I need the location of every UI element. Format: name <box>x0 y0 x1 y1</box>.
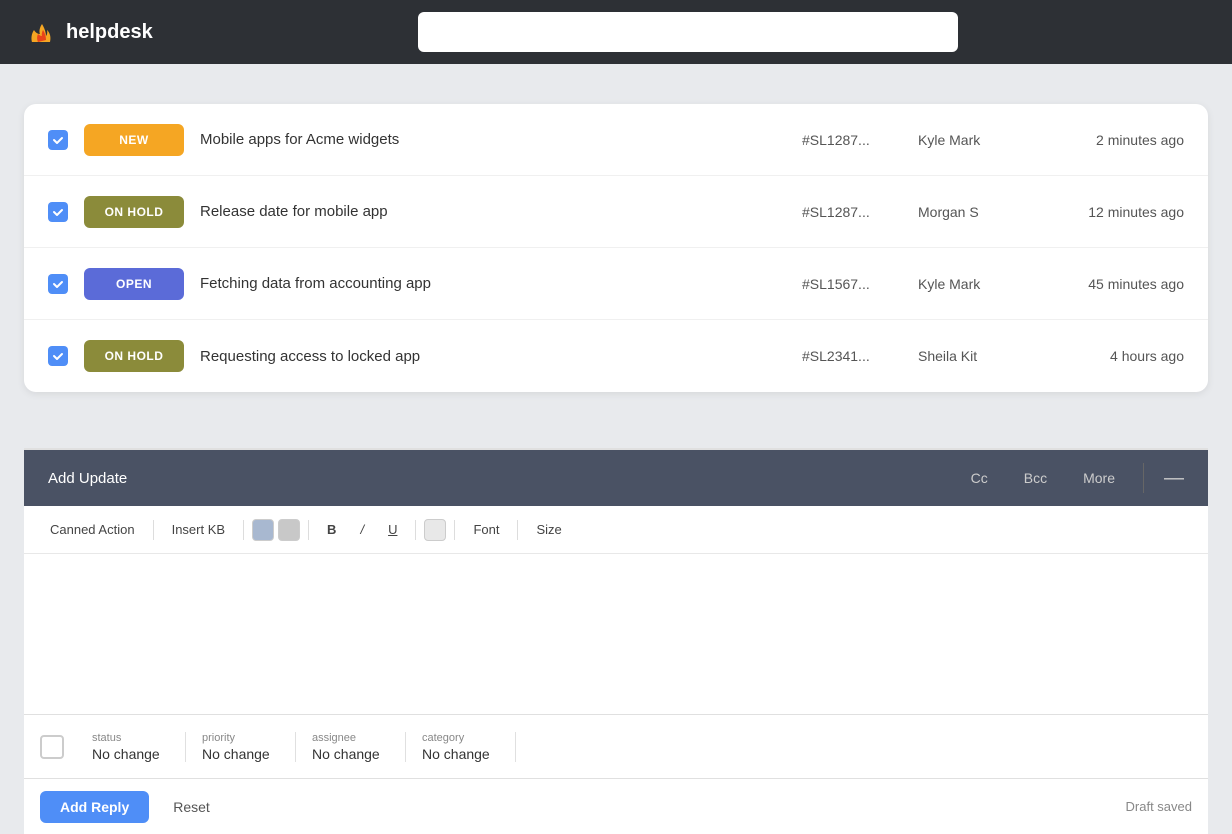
status-badge-1: NEW <box>84 124 184 156</box>
priority-label: priority <box>202 732 279 744</box>
ticket-id-4: #SL2341... <box>802 348 902 364</box>
color-swatch-light[interactable] <box>424 519 446 541</box>
ticket-time-3: 45 minutes ago <box>1054 276 1184 292</box>
bcc-button[interactable]: Bcc <box>1016 466 1055 490</box>
reset-button[interactable]: Reset <box>161 791 222 823</box>
header: helpdesk <box>0 0 1232 64</box>
add-reply-button[interactable]: Add Reply <box>40 791 149 823</box>
logo-text: helpdesk <box>66 21 153 44</box>
table-row: ON HOLD Release date for mobile app #SL1… <box>24 176 1208 248</box>
underline-button[interactable]: U <box>378 518 407 541</box>
ticket-title-4: Requesting access to locked app <box>200 348 786 365</box>
assignee-label: assignee <box>312 732 389 744</box>
main-content: NEW Mobile apps for Acme widgets #SL1287… <box>0 64 1232 834</box>
divider <box>1143 463 1144 493</box>
category-label: category <box>422 732 499 744</box>
ticket-checkbox-3[interactable] <box>48 274 68 294</box>
ticket-checkbox-2[interactable] <box>48 202 68 222</box>
toolbar-sep-4 <box>415 520 416 540</box>
toolbar-sep-1 <box>153 520 154 540</box>
priority-value: No change <box>202 746 279 762</box>
ticket-assignee-4: Sheila Kit <box>918 348 1038 364</box>
table-row: NEW Mobile apps for Acme widgets #SL1287… <box>24 104 1208 176</box>
ticket-id-2: #SL1287... <box>802 204 902 220</box>
ticket-title-2: Release date for mobile app <box>200 203 786 220</box>
assignee-field[interactable]: assignee No change <box>296 732 406 762</box>
editor-area[interactable] <box>24 554 1208 714</box>
footer-fields-bar: status No change priority No change assi… <box>24 714 1208 778</box>
assignee-value: No change <box>312 746 389 762</box>
add-update-bar: Add Update Cc Bcc More — <box>24 450 1208 506</box>
status-badge-2: ON HOLD <box>84 196 184 228</box>
toolbar-sep-2 <box>243 520 244 540</box>
insert-kb-button[interactable]: Insert KB <box>162 518 235 541</box>
toolbar-sep-3 <box>308 520 309 540</box>
ticket-checkbox-4[interactable] <box>48 346 68 366</box>
toolbar-sep-5 <box>454 520 455 540</box>
cc-button[interactable]: Cc <box>963 466 996 490</box>
ticket-time-2: 12 minutes ago <box>1054 204 1184 220</box>
actions-bar: Add Reply Reset Draft saved <box>24 778 1208 834</box>
ticket-id-1: #SL1287... <box>802 132 902 148</box>
more-button[interactable]: More <box>1075 466 1123 490</box>
bold-button[interactable]: B <box>317 518 346 541</box>
ticket-time-1: 2 minutes ago <box>1054 132 1184 148</box>
ticket-checkbox-1[interactable] <box>48 130 68 150</box>
ticket-time-4: 4 hours ago <box>1054 348 1184 364</box>
ticket-title-3: Fetching data from accounting app <box>200 275 786 292</box>
status-badge-3: OPEN <box>84 268 184 300</box>
ticket-assignee-1: Kyle Mark <box>918 132 1038 148</box>
color-swatch-gray[interactable] <box>278 519 300 541</box>
ticket-id-3: #SL1567... <box>802 276 902 292</box>
table-row: OPEN Fetching data from accounting app #… <box>24 248 1208 320</box>
footer-checkbox[interactable] <box>40 735 64 759</box>
category-field[interactable]: category No change <box>406 732 516 762</box>
status-field[interactable]: status No change <box>76 732 186 762</box>
size-button[interactable]: Size <box>526 518 571 541</box>
status-value: No change <box>92 746 169 762</box>
ticket-title-1: Mobile apps for Acme widgets <box>200 131 786 148</box>
status-label: status <box>92 732 169 744</box>
search-input[interactable] <box>418 12 958 52</box>
add-update-label: Add Update <box>48 470 127 487</box>
editor-panel: Add Update Cc Bcc More — Canned Action I… <box>24 448 1208 834</box>
canned-action-button[interactable]: Canned Action <box>40 518 145 541</box>
tickets-card: NEW Mobile apps for Acme widgets #SL1287… <box>24 104 1208 392</box>
color-swatch-blue[interactable] <box>252 519 274 541</box>
font-button[interactable]: Font <box>463 518 509 541</box>
minimize-button[interactable]: — <box>1164 468 1184 488</box>
editor-toolbar: Canned Action Insert KB B / U Font Size <box>24 506 1208 554</box>
add-update-actions: Cc Bcc More — <box>963 463 1184 493</box>
priority-field[interactable]: priority No change <box>186 732 296 762</box>
status-badge-4: ON HOLD <box>84 340 184 372</box>
ticket-assignee-2: Morgan S <box>918 204 1038 220</box>
toolbar-sep-6 <box>517 520 518 540</box>
category-value: No change <box>422 746 499 762</box>
logo: helpdesk <box>24 16 153 48</box>
table-row: ON HOLD Requesting access to locked app … <box>24 320 1208 392</box>
italic-button[interactable]: / <box>350 518 374 541</box>
ticket-assignee-3: Kyle Mark <box>918 276 1038 292</box>
logo-icon <box>24 16 56 48</box>
search-bar[interactable] <box>418 12 958 52</box>
